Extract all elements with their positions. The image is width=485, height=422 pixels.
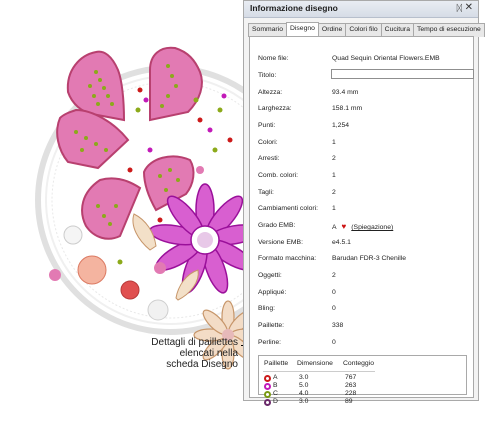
- sequin-icon: [264, 383, 271, 390]
- value-punti: 1,254: [332, 122, 350, 129]
- sequin-size: 5.0: [299, 382, 309, 389]
- sequin-icon: [264, 399, 271, 406]
- sequin-icon: [264, 391, 271, 398]
- value-bling: 0: [332, 305, 336, 312]
- value-formato-macchina: Barudan FDR-3 Chenille: [332, 255, 407, 262]
- sequin-count: 228: [345, 390, 357, 397]
- sequin-code: D: [273, 398, 278, 405]
- value-versione-emb: e4.5.1: [332, 239, 351, 246]
- label-punti: Punti:: [258, 122, 276, 129]
- label-grado-emb: Grado EMB:: [258, 222, 296, 229]
- tab-colori-filo[interactable]: Colori filo: [345, 23, 382, 37]
- sequin-header-dimensione: Dimensione: [297, 360, 333, 367]
- tab-cucitura[interactable]: Cucitura: [380, 23, 414, 37]
- tab-sommario[interactable]: Sommario: [248, 23, 287, 37]
- value-cambiamenti-colori: 1: [332, 205, 336, 212]
- value-comb-colori: 1: [332, 172, 336, 179]
- panel-title: Informazione disegno: [250, 3, 338, 13]
- tab-content-disegno: Nome file: Quad Sequin Oriental Flowers.…: [249, 36, 474, 406]
- label-altezza: Altezza:: [258, 89, 283, 96]
- label-cambiamenti-colori: Cambiamenti colori:: [258, 205, 319, 212]
- value-arresti: 2: [332, 155, 336, 162]
- label-nome-file: Nome file:: [258, 55, 289, 62]
- heart-icon: ♥: [341, 222, 347, 231]
- label-colori: Colori:: [258, 139, 278, 146]
- label-arresti: Arresti:: [258, 155, 280, 162]
- value-colori: 1: [332, 139, 336, 146]
- sequin-size: 4.0: [299, 390, 309, 397]
- label-comb-colori: Comb. colori:: [258, 172, 299, 179]
- tab-ordine[interactable]: Ordine: [317, 23, 347, 37]
- label-perline: Perline:: [258, 339, 282, 346]
- value-altezza: 93.4 mm: [332, 89, 359, 96]
- callout-line-3: scheda Disegno: [166, 359, 238, 370]
- value-tagli: 2: [332, 189, 336, 196]
- value-larghezza: 158.1 mm: [332, 105, 363, 112]
- value-nome-file: Quad Sequin Oriental Flowers.EMB: [332, 55, 440, 62]
- sequin-count: 263: [345, 382, 357, 389]
- value-paillette: 338: [332, 322, 344, 329]
- sequin-code: C: [273, 390, 278, 397]
- sequin-header-conteggio: Conteggio: [343, 360, 374, 367]
- label-versione-emb: Versione EMB:: [258, 239, 303, 246]
- sequin-code: A: [273, 374, 278, 381]
- tab-disegno[interactable]: Disegno: [285, 22, 319, 37]
- tab-strip: Sommario Disegno Ordine Colori filo Cuci…: [248, 22, 485, 37]
- label-applique: Appliqué:: [258, 289, 287, 296]
- label-titolo: Titolo:: [258, 72, 277, 79]
- close-icon[interactable]: ✕: [465, 2, 473, 13]
- label-tagli: Tagli:: [258, 189, 274, 196]
- sequin-icon: [264, 375, 271, 382]
- spiegazione-link[interactable]: (Spiegazione): [351, 224, 393, 231]
- value-applique: 0: [332, 289, 336, 296]
- panel-titlebar: Informazione disegno ᛞ ✕: [244, 1, 478, 18]
- label-bling: Bling:: [258, 305, 276, 312]
- design-info-panel: Informazione disegno ᛞ ✕ Sommario Disegn…: [243, 0, 485, 406]
- label-oggetti: Oggetti:: [258, 272, 282, 279]
- sequin-code: B: [273, 382, 278, 389]
- sequin-size: 3.0: [299, 398, 309, 405]
- label-formato-macchina: Formato macchina:: [258, 255, 317, 262]
- sequin-header-divider: [263, 371, 375, 372]
- title-input[interactable]: [331, 69, 474, 79]
- sequin-size: 3.0: [299, 374, 309, 381]
- sequin-count: 767: [345, 374, 357, 381]
- sequin-count: 89: [345, 398, 353, 405]
- value-oggetti: 2: [332, 272, 336, 279]
- callout-line-1: Dettagli di paillettes: [151, 337, 238, 348]
- tab-tempo-di-esecuzione[interactable]: Tempo di esecuzione: [412, 23, 485, 37]
- value-perline: 0: [332, 339, 336, 346]
- label-paillette: Paillette:: [258, 322, 285, 329]
- sequin-header-paillette: Paillette: [264, 360, 289, 367]
- pin-icon[interactable]: ᛞ: [457, 3, 462, 13]
- grado-emb-value: A: [332, 224, 337, 231]
- callout-line-2: elencati nella: [179, 348, 238, 359]
- sequin-table: Paillette Dimensione Conteggio A 3.0 767 B 5…: [258, 355, 467, 406]
- label-larghezza: Larghezza:: [258, 105, 292, 112]
- value-grado-emb: A ♥ (Spiegazione): [332, 222, 393, 231]
- callout-text: Dettagli di paillettes elencati nella sc…: [110, 337, 238, 370]
